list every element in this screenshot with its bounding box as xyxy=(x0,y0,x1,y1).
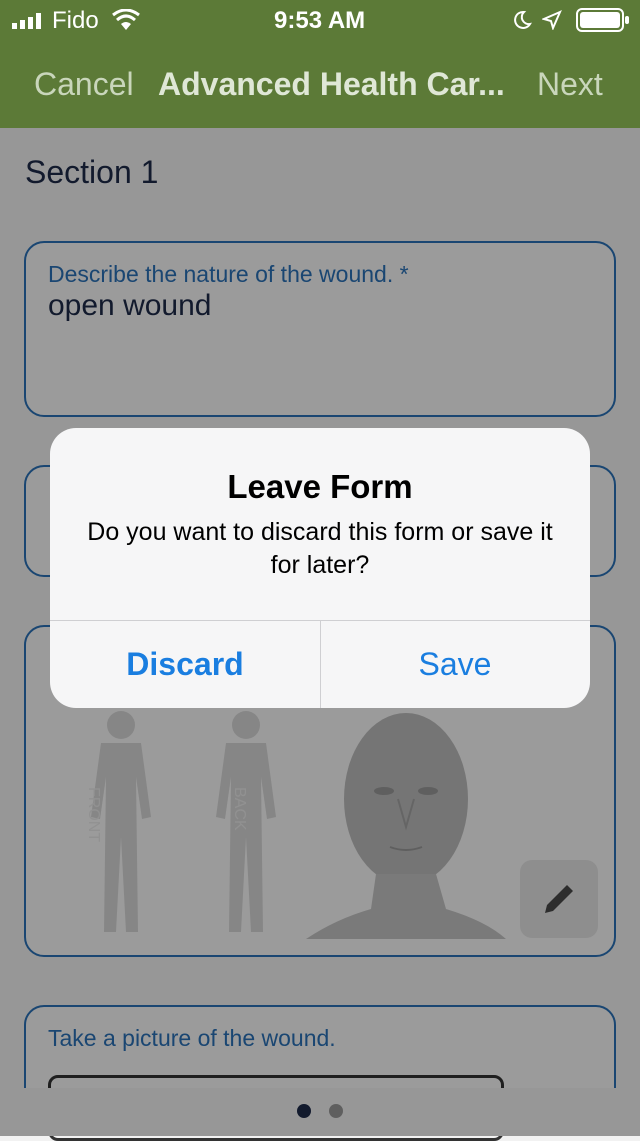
location-icon xyxy=(542,10,562,30)
signal-icon xyxy=(12,13,41,29)
cancel-button[interactable]: Cancel xyxy=(34,66,134,103)
status-bar: Fido 9:53 AM xyxy=(0,0,640,40)
dialog-title: Leave Form xyxy=(227,468,413,505)
status-time: 9:53 AM xyxy=(274,7,366,34)
dialog-message: Do you want to discard this form or save… xyxy=(87,518,553,579)
battery-icon xyxy=(576,8,629,32)
next-button[interactable]: Next xyxy=(537,66,603,103)
leave-form-dialog: Leave Form Do you want to discard this f… xyxy=(50,428,590,708)
save-button[interactable]: Save xyxy=(320,620,590,708)
carrier-name: Fido xyxy=(52,7,99,34)
moon-icon xyxy=(514,10,532,29)
page-title: Advanced Health Car... xyxy=(158,66,505,102)
wifi-icon xyxy=(112,9,140,30)
navigation-bar: Cancel Advanced Health Car... Next xyxy=(0,40,640,128)
discard-button[interactable]: Discard xyxy=(50,620,320,708)
